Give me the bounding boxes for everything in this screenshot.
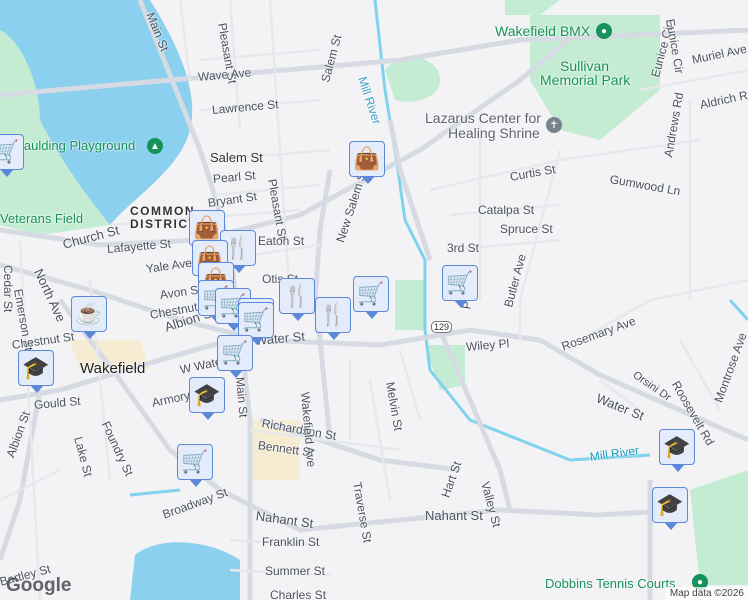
church-pin-icon[interactable]: ✝ (546, 117, 562, 133)
shopping-bag-marker[interactable]: 👜 (349, 141, 385, 184)
street-label: Catalpa St (478, 203, 535, 217)
shopping-cart-marker[interactable]: 🛒 (217, 335, 253, 378)
shopping-cart-icon: 🛒 (221, 340, 249, 365)
shopping-cart-icon: 🛒 (0, 139, 20, 164)
school-icon: 🎓 (193, 382, 221, 407)
shopping-cart-marker[interactable]: 🛒 (0, 134, 24, 177)
shopping-cart-marker[interactable]: 🛒 (353, 276, 389, 319)
shopping-cart-marker[interactable]: 🛒 (177, 444, 213, 487)
map[interactable]: Main St Pleasant St Salem St Mill River … (0, 0, 748, 600)
lake-south (130, 542, 240, 600)
park-label: Dobbins Tennis Courts (545, 576, 676, 591)
shopping-cart-icon: 🛒 (181, 449, 209, 474)
school-icon: 🎓 (663, 434, 691, 459)
map-attribution[interactable]: Map data ©2026 (665, 587, 748, 600)
street-label: Salem St (210, 150, 263, 165)
school-marker[interactable]: 🎓 (652, 487, 688, 530)
shopping-bag-icon: 👜 (193, 215, 221, 240)
town-label: Wakefield (80, 360, 146, 377)
street-label: Nahant St (425, 508, 483, 523)
street-label: Summer St (265, 564, 326, 578)
shopping-cart-icon: 🛒 (446, 270, 474, 295)
restaurant-icon: 🍴 (283, 283, 311, 308)
shopping-cart-marker[interactable]: 🛒 (442, 265, 478, 308)
street-label: Spruce St (500, 222, 553, 236)
park-label: Spaulding Playground (8, 138, 136, 153)
park-label: Memorial Park (540, 72, 631, 88)
stream (728, 298, 748, 322)
shopping-bag-icon: 👜 (353, 146, 381, 171)
shopping-cart-marker[interactable]: 🛒 (238, 302, 274, 345)
restaurant-icon: 🍴 (224, 235, 252, 260)
school-marker[interactable]: 🎓 (18, 350, 54, 393)
park-label: Wakefield BMX (495, 23, 591, 39)
poi-label: Lazarus Center for (425, 110, 541, 126)
coffee-marker[interactable]: ☕ (71, 296, 107, 339)
stream (129, 488, 181, 497)
school-marker[interactable]: 🎓 (189, 377, 225, 420)
google-logo: Google (6, 575, 72, 596)
district-label: DISTRICT (130, 217, 198, 231)
poi-label: Healing Shrine (448, 125, 540, 141)
coffee-icon: ☕ (75, 301, 103, 326)
park (505, 0, 560, 15)
route-shield: 129 (431, 321, 453, 333)
school-icon: 🎓 (656, 492, 684, 517)
street-label: Eaton St (258, 234, 305, 248)
school-marker[interactable]: 🎓 (659, 429, 695, 472)
park-pin-icon[interactable]: ● (596, 23, 612, 39)
park (385, 57, 440, 102)
park-pin-icon[interactable]: ▲ (147, 138, 163, 154)
street-label: Franklin St (262, 535, 320, 549)
park-label: Veterans Field (0, 211, 84, 226)
restaurant-marker[interactable]: 🍴 (315, 297, 351, 340)
shopping-cart-icon: 🛒 (242, 307, 270, 332)
restaurant-marker[interactable]: 🍴 (279, 278, 315, 321)
school-icon: 🎓 (22, 355, 50, 380)
restaurant-icon: 🍴 (319, 302, 347, 327)
park (690, 470, 748, 585)
shopping-cart-icon: 🛒 (357, 281, 385, 306)
street-label: Charles St (270, 588, 327, 600)
street-label: 3rd St (447, 241, 480, 255)
park (395, 280, 425, 330)
